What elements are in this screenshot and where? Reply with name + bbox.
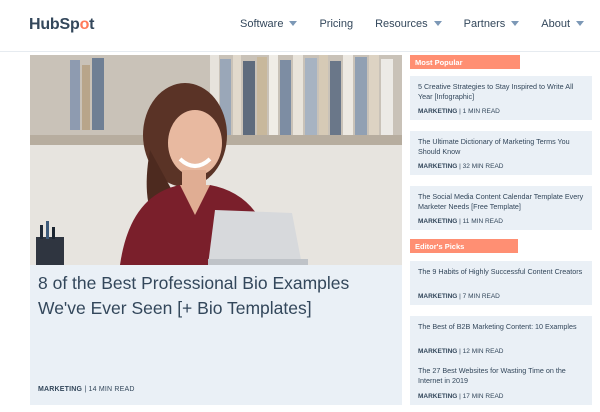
read-time: 14 MIN READ: [88, 386, 135, 393]
chevron-down-icon: [433, 21, 442, 26]
chevron-down-icon: [511, 21, 520, 26]
read-time: 32 MIN READ: [462, 163, 504, 170]
article-category[interactable]: MARKETING: [418, 393, 457, 400]
read-time: 12 MIN READ: [462, 348, 504, 355]
article-title[interactable]: The Social Media Content Calendar Templa…: [418, 192, 584, 212]
article-category[interactable]: MARKETING: [38, 386, 82, 393]
nav-item-software[interactable]: Software: [240, 18, 298, 30]
featured-article-title[interactable]: 8 of the Best Professional Bio Examples …: [38, 271, 398, 321]
woman-at-laptop-photo: [30, 55, 402, 265]
editors-picks-label: Editor's Picks: [410, 239, 518, 253]
article-meta: MARKETING | 7 MIN READ: [418, 293, 500, 300]
popular-article-card[interactable]: The Ultimate Dictionary of Marketing Ter…: [410, 131, 592, 175]
article-title[interactable]: The 27 Best Websites for Wasting Time on…: [418, 366, 584, 386]
logo-prefix: HubSp: [29, 16, 80, 33]
popular-article-card[interactable]: 5 Creative Strategies to Stay Inspired t…: [410, 76, 592, 120]
hubspot-logo[interactable]: HubSpot: [29, 16, 94, 34]
popular-article-card[interactable]: The Social Media Content Calendar Templa…: [410, 186, 592, 230]
article-category[interactable]: MARKETING: [418, 218, 457, 225]
chevron-down-icon: [576, 21, 584, 26]
nav-item-resources[interactable]: Resources: [375, 18, 442, 30]
article-meta: MARKETING | 32 MIN READ: [418, 163, 504, 170]
nav-label: Software: [240, 18, 284, 30]
chevron-down-icon: [289, 21, 298, 26]
read-time: 17 MIN READ: [462, 393, 504, 400]
nav-label: Partners: [463, 18, 506, 30]
nav-label: Resources: [375, 18, 428, 30]
article-meta: MARKETING | 11 MIN READ: [418, 218, 504, 225]
article-title[interactable]: The Ultimate Dictionary of Marketing Ter…: [418, 137, 584, 157]
featured-article-card[interactable]: 8 of the Best Professional Bio Examples …: [30, 55, 402, 405]
article-category[interactable]: MARKETING: [418, 293, 457, 300]
logo-suffix: t: [89, 16, 95, 33]
article-meta: MARKETING | 1 MIN READ: [418, 108, 500, 115]
nav-label: Pricing: [319, 18, 354, 30]
article-title[interactable]: The Best of B2B Marketing Content: 10 Ex…: [418, 322, 584, 332]
article-category[interactable]: MARKETING: [418, 163, 457, 170]
nav-item-partners[interactable]: Partners: [464, 18, 520, 30]
editors-pick-card[interactable]: The 27 Best Websites for Wasting Time on…: [410, 360, 592, 405]
nav-label: About: [541, 18, 570, 30]
editors-pick-card[interactable]: The 9 Habits of Highly Successful Conten…: [410, 261, 592, 305]
article-title[interactable]: The 9 Habits of Highly Successful Conten…: [418, 267, 584, 277]
logo-sprocket-o: o: [79, 16, 90, 33]
most-popular-label: Most Popular: [410, 55, 520, 69]
article-category[interactable]: MARKETING: [418, 348, 457, 355]
featured-article-image[interactable]: [30, 55, 402, 265]
main-nav: Software Pricing Resources Partners Abou…: [240, 18, 584, 30]
nav-item-pricing[interactable]: Pricing: [319, 18, 353, 30]
nav-item-about[interactable]: About: [541, 18, 584, 30]
read-time: 7 MIN READ: [462, 293, 500, 300]
article-meta: MARKETING | 17 MIN READ: [418, 393, 504, 400]
top-navigation-bar: HubSpot Software Pricing Resources Partn…: [0, 0, 600, 52]
read-time: 1 MIN READ: [462, 108, 500, 115]
read-time: 11 MIN READ: [462, 218, 504, 225]
article-title[interactable]: 5 Creative Strategies to Stay Inspired t…: [418, 82, 584, 102]
article-meta: MARKETING | 12 MIN READ: [418, 348, 504, 355]
featured-article-meta: MARKETING | 14 MIN READ: [38, 386, 135, 393]
editors-pick-card[interactable]: The Best of B2B Marketing Content: 10 Ex…: [410, 316, 592, 360]
article-category[interactable]: MARKETING: [418, 108, 457, 115]
